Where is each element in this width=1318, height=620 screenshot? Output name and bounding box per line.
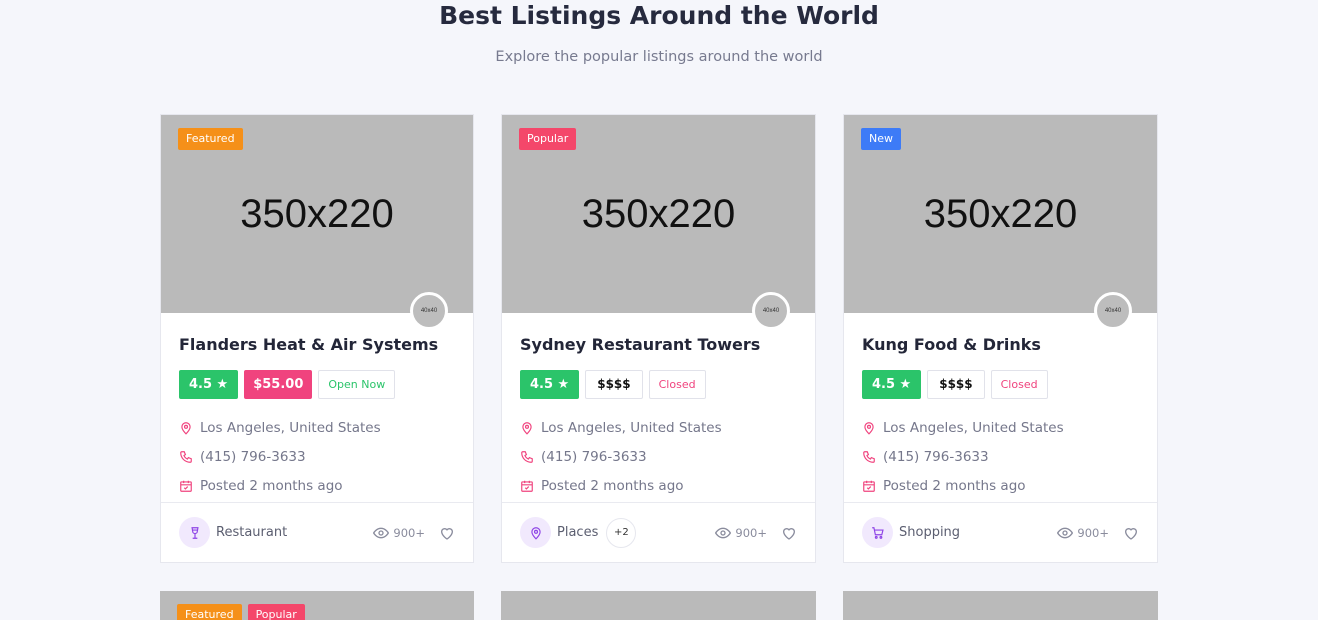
- featured-badge: Featured: [177, 604, 242, 620]
- listing-image[interactable]: 350x220 New 40x40: [844, 115, 1157, 330]
- phone-row: (415) 796-3633: [179, 442, 455, 471]
- category-icon-wrap[interactable]: [520, 517, 551, 548]
- listing-card[interactable]: Featured Popular: [160, 591, 474, 620]
- location-row: Los Angeles, United States: [179, 413, 455, 442]
- category-label[interactable]: Shopping: [899, 525, 960, 540]
- calendar-icon: [521, 480, 533, 492]
- image-placeholder-text: 350x220: [581, 191, 736, 236]
- avatar[interactable]: 40x40: [1094, 292, 1132, 330]
- status-badge: Closed: [990, 370, 1048, 399]
- location-row: Los Angeles, United States: [520, 413, 797, 442]
- phone-row: (415) 796-3633: [862, 442, 1139, 471]
- listing-card[interactable]: 350x220 Featured 40x40 Flanders Heat & A…: [160, 114, 474, 563]
- location-text: Los Angeles, United States: [200, 419, 381, 436]
- posted-text: Posted 2 months ago: [883, 477, 1026, 494]
- category-icon-wrap[interactable]: [179, 517, 210, 548]
- views-count: 900+: [1057, 525, 1109, 541]
- listing-title[interactable]: Kung Food & Drinks: [862, 334, 1139, 356]
- listing-title[interactable]: Flanders Heat & Air Systems: [179, 334, 455, 356]
- eye-icon: [715, 527, 732, 538]
- calendar-icon: [180, 480, 192, 492]
- category-icon-wrap[interactable]: [862, 517, 893, 548]
- card-footer: Places +2 900+: [502, 502, 815, 562]
- rating-badge: 4.5 ★: [862, 370, 922, 399]
- phone-icon: [521, 450, 533, 463]
- featured-badge: Featured: [178, 128, 243, 150]
- listing-image[interactable]: [501, 591, 816, 620]
- price-badge: $55.00: [244, 370, 313, 399]
- category-label[interactable]: Places: [557, 525, 598, 540]
- listing-card[interactable]: 350x220 New 40x40 Kung Food & Drinks 4.5…: [843, 114, 1158, 563]
- phone-text[interactable]: (415) 796-3633: [200, 449, 306, 465]
- heart-icon[interactable]: [781, 525, 797, 541]
- phone-icon: [180, 450, 192, 463]
- avatar[interactable]: 40x40: [752, 292, 790, 330]
- image-placeholder-text: 350x220: [923, 191, 1078, 236]
- phone-row: (415) 796-3633: [520, 442, 797, 471]
- more-categories-button[interactable]: +2: [606, 517, 637, 548]
- views-text: 900+: [1077, 525, 1109, 540]
- listing-title[interactable]: Sydney Restaurant Towers: [520, 334, 797, 356]
- price-badge: $$$$: [927, 370, 985, 399]
- popular-badge: Popular: [519, 128, 577, 150]
- location-text: Los Angeles, United States: [883, 419, 1064, 436]
- phone-text[interactable]: (415) 796-3633: [541, 449, 647, 465]
- listing-card[interactable]: 350x220 Popular 40x40 Sydney Restaurant …: [501, 114, 816, 563]
- calendar-icon: [863, 480, 875, 492]
- posted-text: Posted 2 months ago: [200, 477, 343, 494]
- eye-icon: [373, 527, 390, 538]
- rating-badge: 4.5 ★: [179, 370, 239, 399]
- posted-text: Posted 2 months ago: [541, 477, 684, 494]
- status-badge: Open Now: [318, 370, 396, 399]
- badge-group: Featured Popular: [177, 604, 305, 620]
- listing-chips: 4.5 ★ $55.00 Open Now: [179, 370, 455, 399]
- phone-text[interactable]: (415) 796-3633: [883, 449, 989, 465]
- map-pin-icon: [522, 421, 532, 435]
- views-text: 900+: [735, 525, 767, 540]
- views-count: 900+: [715, 525, 767, 541]
- badge-group: Featured: [178, 128, 243, 150]
- location-text: Los Angeles, United States: [541, 419, 722, 436]
- location-row: Los Angeles, United States: [862, 413, 1139, 442]
- listings-grid: 350x220 Featured 40x40 Flanders Heat & A…: [160, 114, 1158, 620]
- badge-group: New: [861, 128, 901, 150]
- eye-icon: [1057, 527, 1074, 538]
- listing-image[interactable]: 350x220 Popular 40x40: [502, 115, 815, 330]
- popular-badge: Popular: [247, 604, 305, 620]
- price-badge: $$$$: [585, 370, 643, 399]
- listing-image[interactable]: [843, 591, 1158, 620]
- listing-card[interactable]: [843, 591, 1158, 620]
- badge-group: Popular: [519, 128, 577, 150]
- card-footer: Restaurant 900+: [161, 502, 473, 562]
- section-title: Best Listings Around the World: [439, 1, 879, 30]
- views-count: 900+: [373, 525, 425, 541]
- map-pin-icon: [530, 526, 541, 540]
- heart-icon[interactable]: [1123, 525, 1139, 541]
- rating-badge: 4.5 ★: [520, 370, 580, 399]
- posted-row: Posted 2 months ago: [862, 471, 1139, 500]
- listing-card[interactable]: [501, 591, 816, 620]
- heart-icon[interactable]: [439, 525, 455, 541]
- image-placeholder-text: 350x220: [240, 191, 394, 236]
- category-label[interactable]: Restaurant: [216, 525, 287, 540]
- new-badge: New: [861, 128, 901, 150]
- map-pin-icon: [181, 421, 191, 435]
- wine-glass-icon: [190, 526, 199, 539]
- avatar[interactable]: 40x40: [410, 292, 448, 330]
- phone-icon: [863, 450, 875, 463]
- map-pin-icon: [864, 421, 874, 435]
- listing-image[interactable]: Featured Popular: [160, 591, 474, 620]
- posted-row: Posted 2 months ago: [520, 471, 797, 500]
- card-footer: Shopping 900+: [844, 502, 1157, 562]
- views-text: 900+: [393, 525, 425, 540]
- listing-image[interactable]: 350x220 Featured 40x40: [161, 115, 473, 330]
- shopping-cart-icon: [871, 526, 884, 539]
- section-subtitle: Explore the popular listings around the …: [495, 49, 823, 65]
- listing-chips: 4.5 ★ $$$$ Closed: [520, 370, 797, 399]
- posted-row: Posted 2 months ago: [179, 471, 455, 500]
- status-badge: Closed: [648, 370, 706, 399]
- listing-chips: 4.5 ★ $$$$ Closed: [862, 370, 1139, 399]
